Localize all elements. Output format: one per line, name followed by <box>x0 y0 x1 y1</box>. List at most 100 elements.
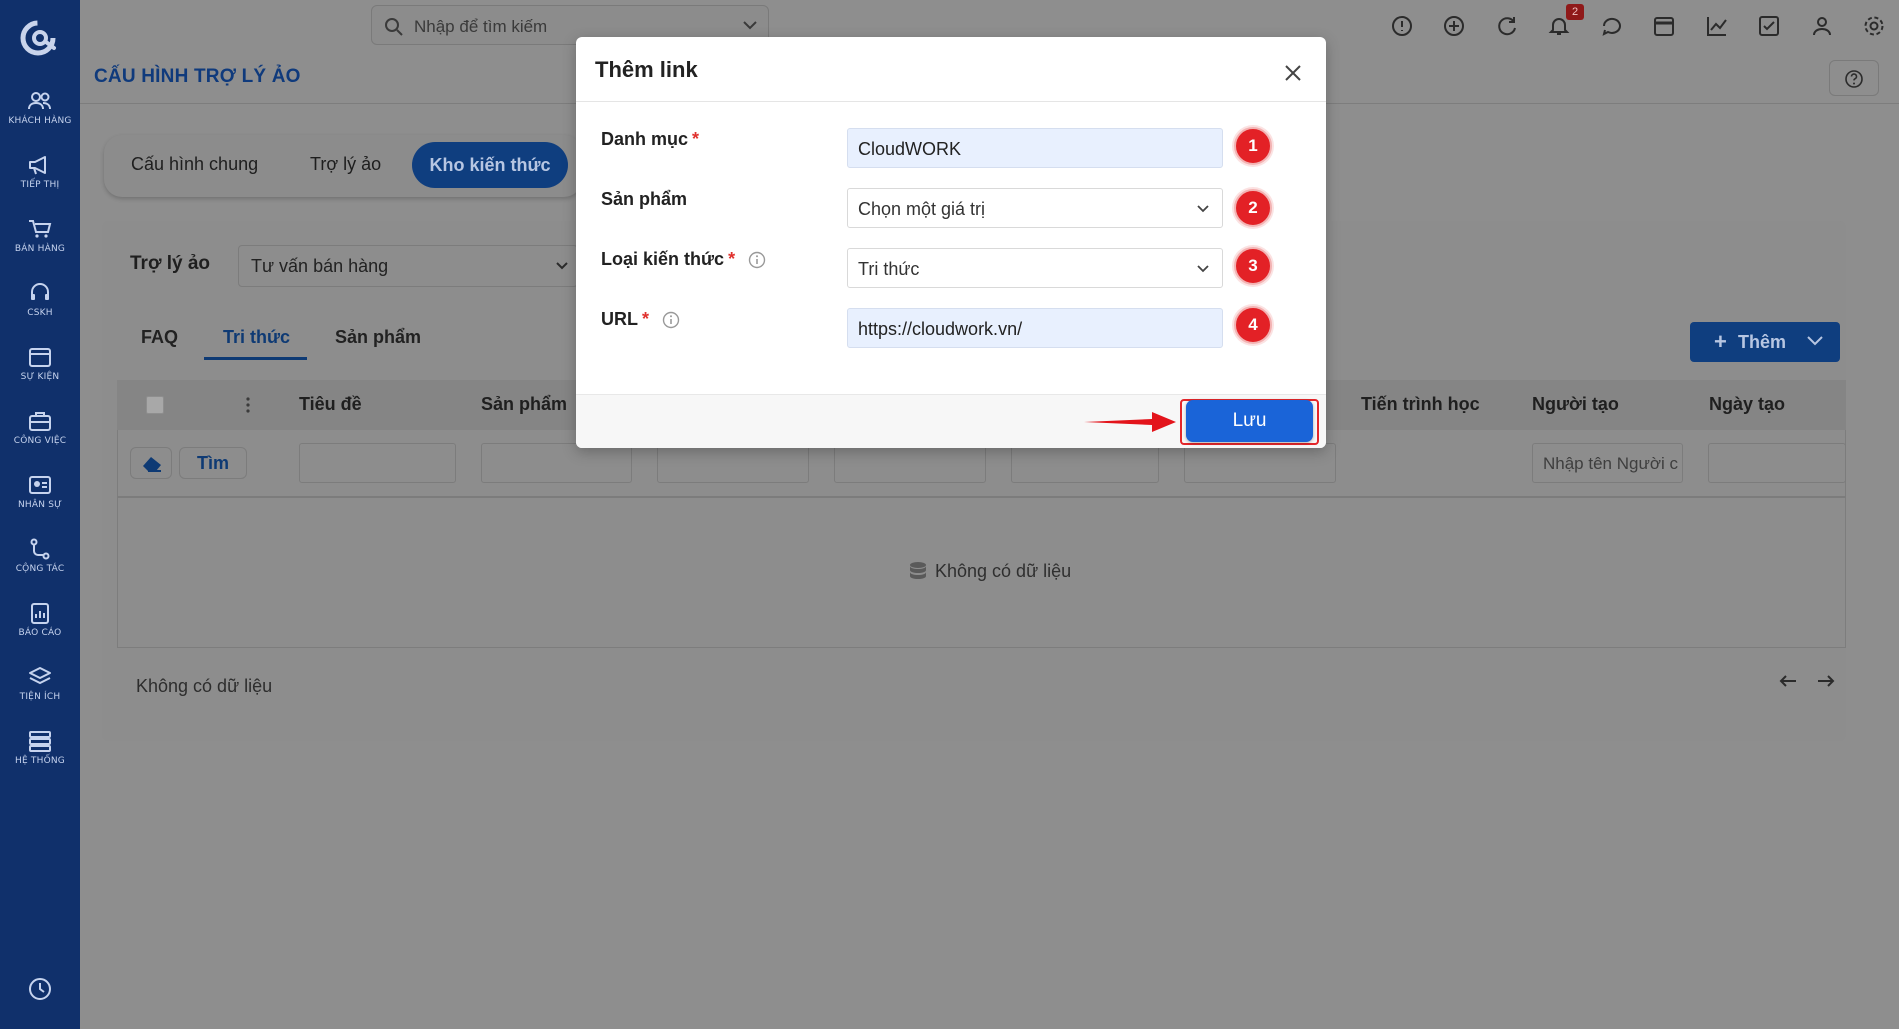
filter-input-san-pham[interactable] <box>481 443 632 483</box>
field-label-danh-muc: Danh mục * <box>601 129 699 150</box>
refresh-icon[interactable] <box>1495 14 1519 38</box>
subtab-faq[interactable]: FAQ <box>141 327 178 348</box>
required-marker: * <box>728 249 736 269</box>
add-link-modal: Thêm link Danh mục * CloudWORK 1 Sản phẩm… <box>576 37 1326 448</box>
sidebar-item-tiep-thi[interactable]: TIẾP THỊ <box>0 150 80 210</box>
megaphone-icon <box>29 156 46 175</box>
chevron-down-icon <box>556 262 568 270</box>
sidebar-item-su-kien[interactable]: SỰ KIỆN <box>0 342 80 402</box>
sidebar-item-khach-hang[interactable]: KHÁCH HÀNG <box>0 86 80 146</box>
sidebar-item-he-thong[interactable]: HỆ THỐNG <box>0 726 80 786</box>
question-icon <box>1845 70 1863 88</box>
modal-header-divider <box>576 101 1326 102</box>
modal-title: Thêm link <box>595 57 698 82</box>
cart-icon <box>29 220 52 238</box>
history-clock-icon[interactable] <box>26 975 54 1003</box>
arrow-left-icon[interactable] <box>1778 673 1798 689</box>
gear-icon[interactable] <box>1862 14 1886 38</box>
sidebar-label: CỘNG TÁC <box>15 564 65 574</box>
filter-input-nguoi-tao[interactable]: Nhập tên Người c <box>1532 443 1683 483</box>
info-icon[interactable] <box>748 251 766 269</box>
field-label-loai-kien-thuc: Loại kiến thức * <box>601 249 766 270</box>
label-text: Danh mục <box>601 129 689 149</box>
plus-icon: + <box>1714 329 1727 354</box>
sidebar-label: TIỆN ÍCH <box>19 692 61 702</box>
assistant-select[interactable]: Tư vấn bán hàng <box>238 245 578 287</box>
filter-input-6[interactable] <box>1184 443 1336 483</box>
database-icon <box>910 562 926 579</box>
chart-line-icon[interactable] <box>1705 14 1729 38</box>
chat-icon[interactable] <box>1600 14 1624 38</box>
filter-placeholder: Nhập tên Người c <box>1543 454 1678 473</box>
clear-filter-button[interactable] <box>130 447 172 479</box>
sidebar-item-ban-hang[interactable]: BÁN HÀNG <box>0 214 80 274</box>
danh-muc-input[interactable]: CloudWORK <box>847 128 1223 168</box>
subtab-san-pham[interactable]: Sản phẩm <box>335 327 421 348</box>
annotation-arrow-icon <box>1084 412 1176 432</box>
loai-kien-thuc-value: Tri thức <box>858 259 920 279</box>
sidebar-label: HỆ THỐNG <box>15 756 65 766</box>
filter-input-tieu-de[interactable] <box>299 443 456 483</box>
field-label-url: URL * <box>601 309 680 330</box>
column-menu-icon[interactable] <box>245 396 251 414</box>
tab-tro-ly-ao[interactable]: Trợ lý ảo <box>310 154 381 175</box>
id-card-icon <box>29 476 51 494</box>
pagination-info: Không có dữ liệu <box>136 676 273 696</box>
calendar-top-icon[interactable] <box>1652 14 1676 38</box>
sidebar-label: SỰ KIỆN <box>20 372 60 382</box>
arrow-right-icon[interactable] <box>1816 673 1836 689</box>
filter-input-ngay-tao[interactable] <box>1708 443 1846 483</box>
sidebar-label: TIẾP THỊ <box>20 180 60 190</box>
url-input[interactable]: https://cloudwork.vn/ <box>847 308 1223 348</box>
column-header-tien-trinh-hoc[interactable]: Tiến trình học <box>1361 394 1480 415</box>
add-circle-icon[interactable] <box>1442 14 1466 38</box>
sidebar-item-cskh[interactable]: CSKH <box>0 278 80 338</box>
notification-badge: 2 <box>1566 4 1584 20</box>
close-icon[interactable] <box>1283 63 1303 83</box>
help-button[interactable] <box>1829 60 1879 96</box>
users-icon <box>28 92 51 110</box>
sidebar-item-tien-ich[interactable]: TIỆN ÍCH <box>0 662 80 722</box>
eraser-icon <box>143 457 161 472</box>
table-footer-divider <box>117 647 1846 648</box>
sidebar-label: BÁN HÀNG <box>14 244 66 254</box>
label-text: URL <box>601 309 638 329</box>
label-text: Loại kiến thức <box>601 249 725 269</box>
info-icon[interactable] <box>662 311 680 329</box>
sidebar-item-bao-cao[interactable]: BÁO CÁO <box>0 598 80 658</box>
column-header-nguoi-tao[interactable]: Người tạo <box>1532 394 1619 415</box>
sidebar-item-cong-viec[interactable]: CÔNG VIỆC <box>0 406 80 466</box>
app-logo-icon[interactable] <box>18 16 62 60</box>
share-icon <box>30 538 50 560</box>
label-text: Sản phẩm <box>601 189 688 209</box>
tab-cau-hinh-chung[interactable]: Cấu hình chung <box>131 154 258 175</box>
save-button[interactable]: Lưu <box>1186 400 1313 442</box>
step-marker-2: 2 <box>1234 189 1272 227</box>
select-all-checkbox[interactable] <box>146 396 164 414</box>
url-value: https://cloudwork.vn/ <box>858 319 1023 339</box>
task-check-icon[interactable] <box>1757 14 1781 38</box>
sidebar-label: CSKH <box>27 308 53 318</box>
sidebar-item-nhan-su[interactable]: NHÂN SỰ <box>0 470 80 530</box>
filter-input-3[interactable] <box>657 443 809 483</box>
subtab-tri-thuc[interactable]: Tri thức <box>223 327 290 348</box>
add-button[interactable]: + Thêm <box>1690 322 1840 362</box>
filter-input-5[interactable] <box>1011 443 1159 483</box>
tab-kho-kien-thuc[interactable]: Kho kiến thức <box>412 142 568 188</box>
loai-kien-thuc-select[interactable]: Tri thức <box>847 248 1223 288</box>
column-header-san-pham[interactable]: Sản phẩm <box>481 394 567 415</box>
alert-icon[interactable] <box>1390 14 1414 38</box>
san-pham-select[interactable]: Chọn một giá trị <box>847 188 1223 228</box>
search-button[interactable]: Tìm <box>179 447 247 479</box>
user-icon[interactable] <box>1810 14 1834 38</box>
page-title: CẤU HÌNH TRỢ LÝ ẢO <box>94 66 301 87</box>
column-header-ngay-tao[interactable]: Ngày tạo <box>1709 394 1785 415</box>
report-icon <box>31 603 49 624</box>
required-marker: * <box>692 129 700 149</box>
empty-state: Không có dữ liệu <box>908 561 1071 582</box>
sidebar-item-cong-tac[interactable]: CỘNG TÁC <box>0 534 80 594</box>
danh-muc-value: CloudWORK <box>858 139 962 159</box>
server-icon <box>29 731 51 752</box>
column-header-tieu-de[interactable]: Tiêu đề <box>299 394 362 415</box>
filter-input-4[interactable] <box>834 443 986 483</box>
